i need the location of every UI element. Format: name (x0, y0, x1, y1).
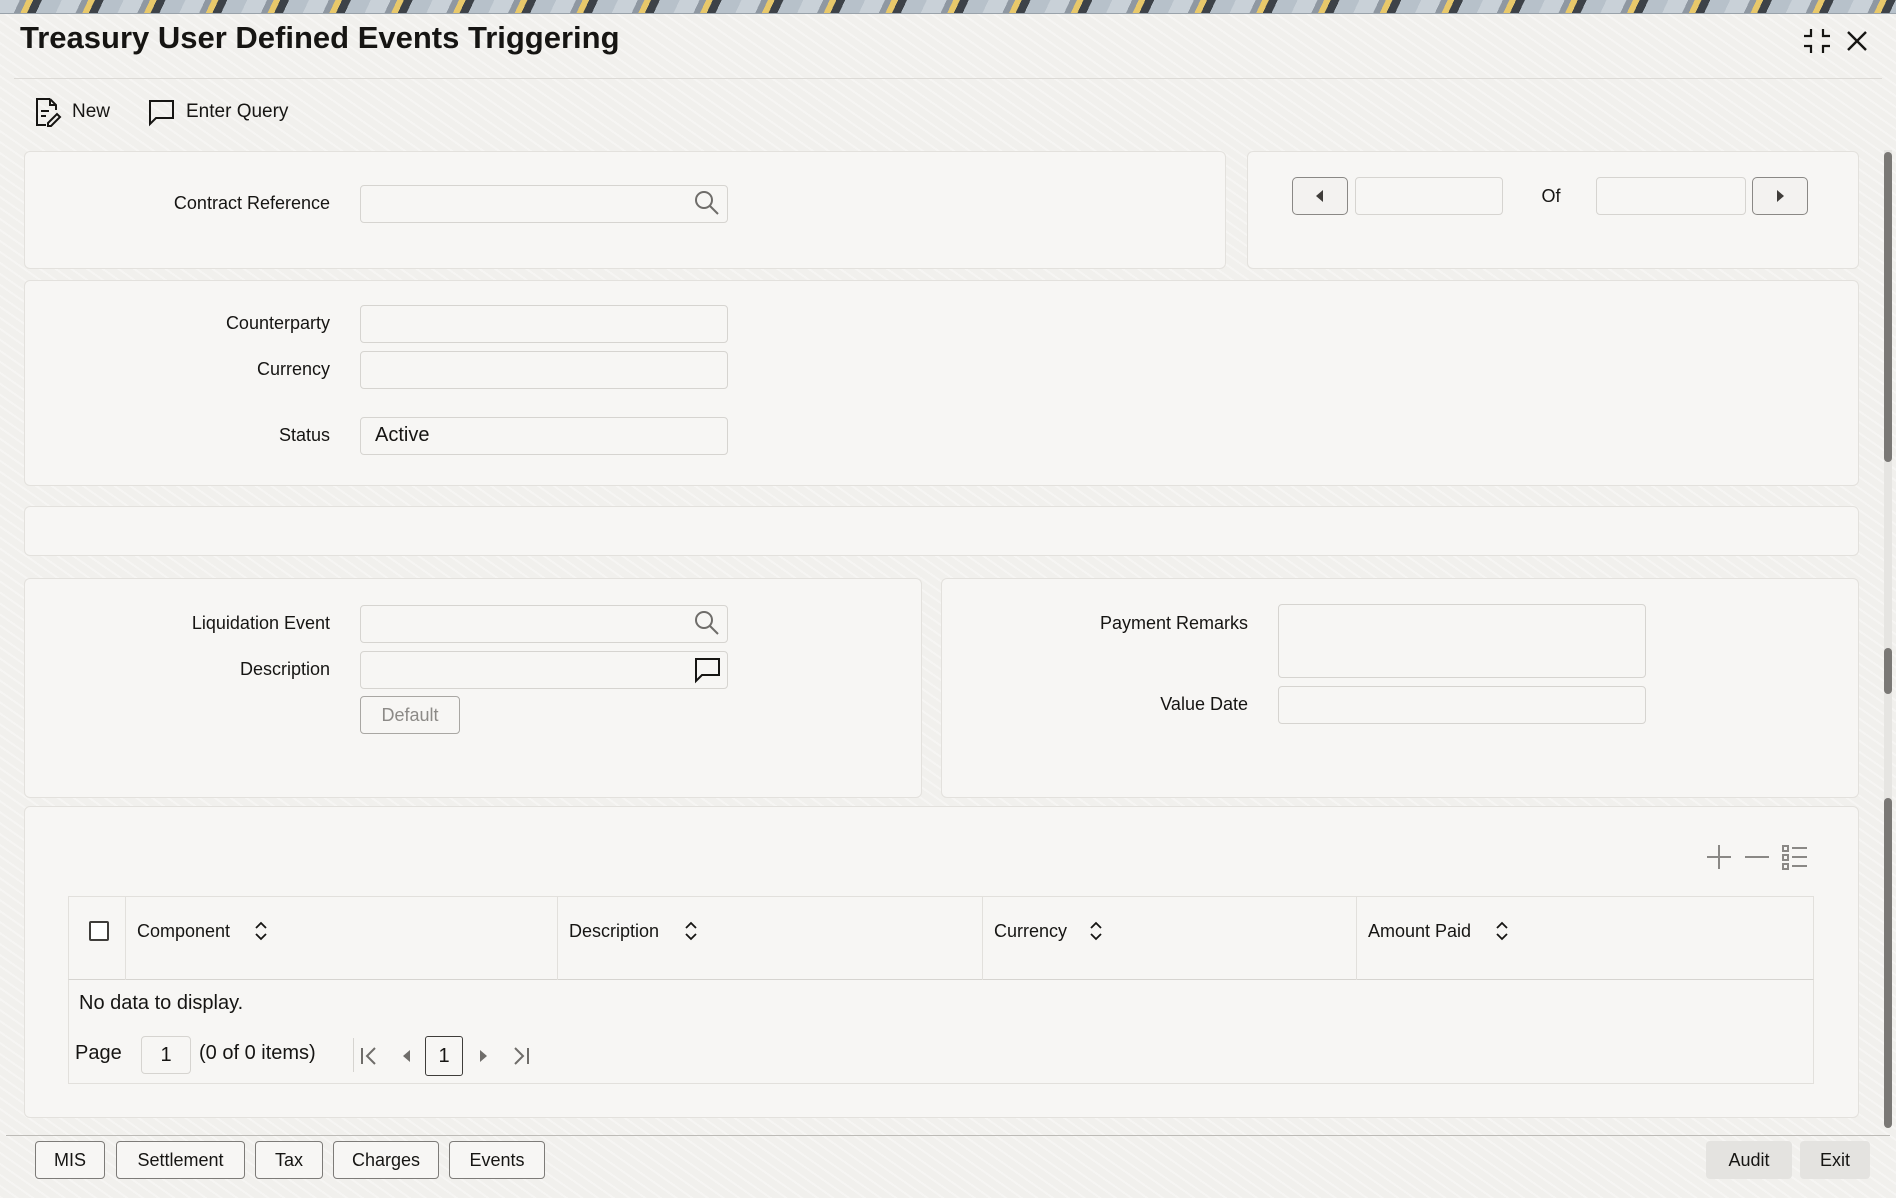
empty-grid-message: No data to display. (79, 992, 244, 1014)
sort-icon[interactable] (253, 919, 269, 943)
enter-query-label: Enter Query (186, 101, 289, 122)
spacer-panel (24, 506, 1859, 556)
items-summary: (0 of 0 items) (199, 1042, 316, 1064)
total-records-field (1596, 177, 1746, 215)
next-record-button[interactable] (1752, 177, 1808, 215)
next-page-icon[interactable] (471, 1044, 495, 1068)
top-banner-strip (0, 0, 1896, 14)
of-label: Of (1541, 186, 1561, 206)
footer-divider (6, 1135, 1890, 1136)
counterparty-label: Counterparty (225, 313, 330, 333)
current-record-field[interactable] (1355, 177, 1503, 215)
new-button-label: New (72, 101, 111, 122)
delete-row-icon[interactable] (1742, 842, 1772, 872)
column-header-description[interactable]: Description (569, 921, 659, 942)
new-document-icon (36, 98, 62, 127)
caret-right-icon (1777, 190, 1784, 202)
value-date-field[interactable] (1278, 686, 1646, 724)
description-input[interactable] (360, 651, 728, 689)
liquidation-event-label: Liquidation Event (191, 613, 330, 633)
add-row-icon[interactable] (1704, 842, 1734, 872)
sort-icon[interactable] (1494, 919, 1510, 943)
last-page-icon[interactable] (509, 1044, 533, 1068)
counterparty-field[interactable] (360, 305, 728, 343)
page-label: Page (75, 1042, 122, 1064)
default-button[interactable]: Default (360, 696, 460, 734)
column-divider (982, 897, 983, 981)
page-number-input[interactable]: 1 (141, 1036, 191, 1074)
column-divider (1356, 897, 1357, 981)
contract-reference-label: Contract Reference (173, 193, 330, 213)
search-icon[interactable] (692, 608, 722, 638)
description-label: Description (239, 659, 330, 679)
mis-button[interactable]: MIS (35, 1141, 105, 1179)
sort-icon[interactable] (683, 919, 699, 943)
events-button[interactable]: Events (449, 1141, 545, 1179)
query-chat-icon (149, 100, 174, 127)
search-icon[interactable] (692, 188, 722, 218)
previous-record-button[interactable] (1292, 177, 1348, 215)
sort-icon[interactable] (1088, 919, 1104, 943)
enter-query-button[interactable]: Enter Query (146, 92, 288, 132)
column-header-amount-paid[interactable]: Amount Paid (1368, 921, 1471, 942)
currency-field[interactable] (360, 351, 728, 389)
currency-label: Currency (256, 359, 330, 379)
column-header-currency[interactable]: Currency (994, 921, 1067, 942)
audit-button[interactable]: Audit (1706, 1141, 1792, 1179)
select-all-checkbox[interactable] (89, 921, 109, 941)
column-divider (125, 897, 126, 981)
settlement-button[interactable]: Settlement (116, 1141, 245, 1179)
tax-button[interactable]: Tax (255, 1141, 323, 1179)
narrative-icon[interactable] (692, 654, 722, 684)
close-icon[interactable] (1840, 24, 1874, 58)
grid-body: No data to display. Page 1 (0 of 0 items… (68, 980, 1814, 1084)
single-view-list-icon[interactable] (1780, 842, 1810, 872)
payment-remarks-label: Payment Remarks (1099, 613, 1248, 633)
current-page-button[interactable]: 1 (425, 1036, 463, 1076)
status-field: Active (360, 417, 728, 455)
column-divider (557, 897, 558, 981)
liquidation-event-input[interactable] (360, 605, 728, 643)
value-date-label: Value Date (1160, 694, 1248, 714)
vertical-scrollbar-thumb[interactable] (1884, 798, 1892, 1128)
payment-remarks-field[interactable] (1278, 604, 1646, 678)
status-label: Status (278, 425, 330, 445)
vertical-scrollbar-thumb[interactable] (1884, 648, 1892, 694)
page-title: Treasury User Defined Events Triggering (20, 20, 620, 55)
column-header-component[interactable]: Component (137, 921, 230, 942)
caret-left-icon (1316, 190, 1323, 202)
new-button[interactable]: New (32, 92, 110, 132)
pager-divider (353, 1038, 354, 1072)
previous-page-icon[interactable] (395, 1044, 419, 1068)
grid-header-row: Component Description Currency Amount Pa… (68, 896, 1814, 981)
minimize-icon[interactable] (1800, 24, 1834, 58)
vertical-scrollbar-thumb[interactable] (1884, 152, 1892, 462)
first-page-icon[interactable] (357, 1044, 381, 1068)
details-panel (24, 280, 1859, 486)
charges-button[interactable]: Charges (333, 1141, 439, 1179)
exit-button[interactable]: Exit (1800, 1141, 1870, 1179)
contract-reference-input[interactable] (360, 185, 728, 223)
title-divider (14, 78, 1882, 79)
